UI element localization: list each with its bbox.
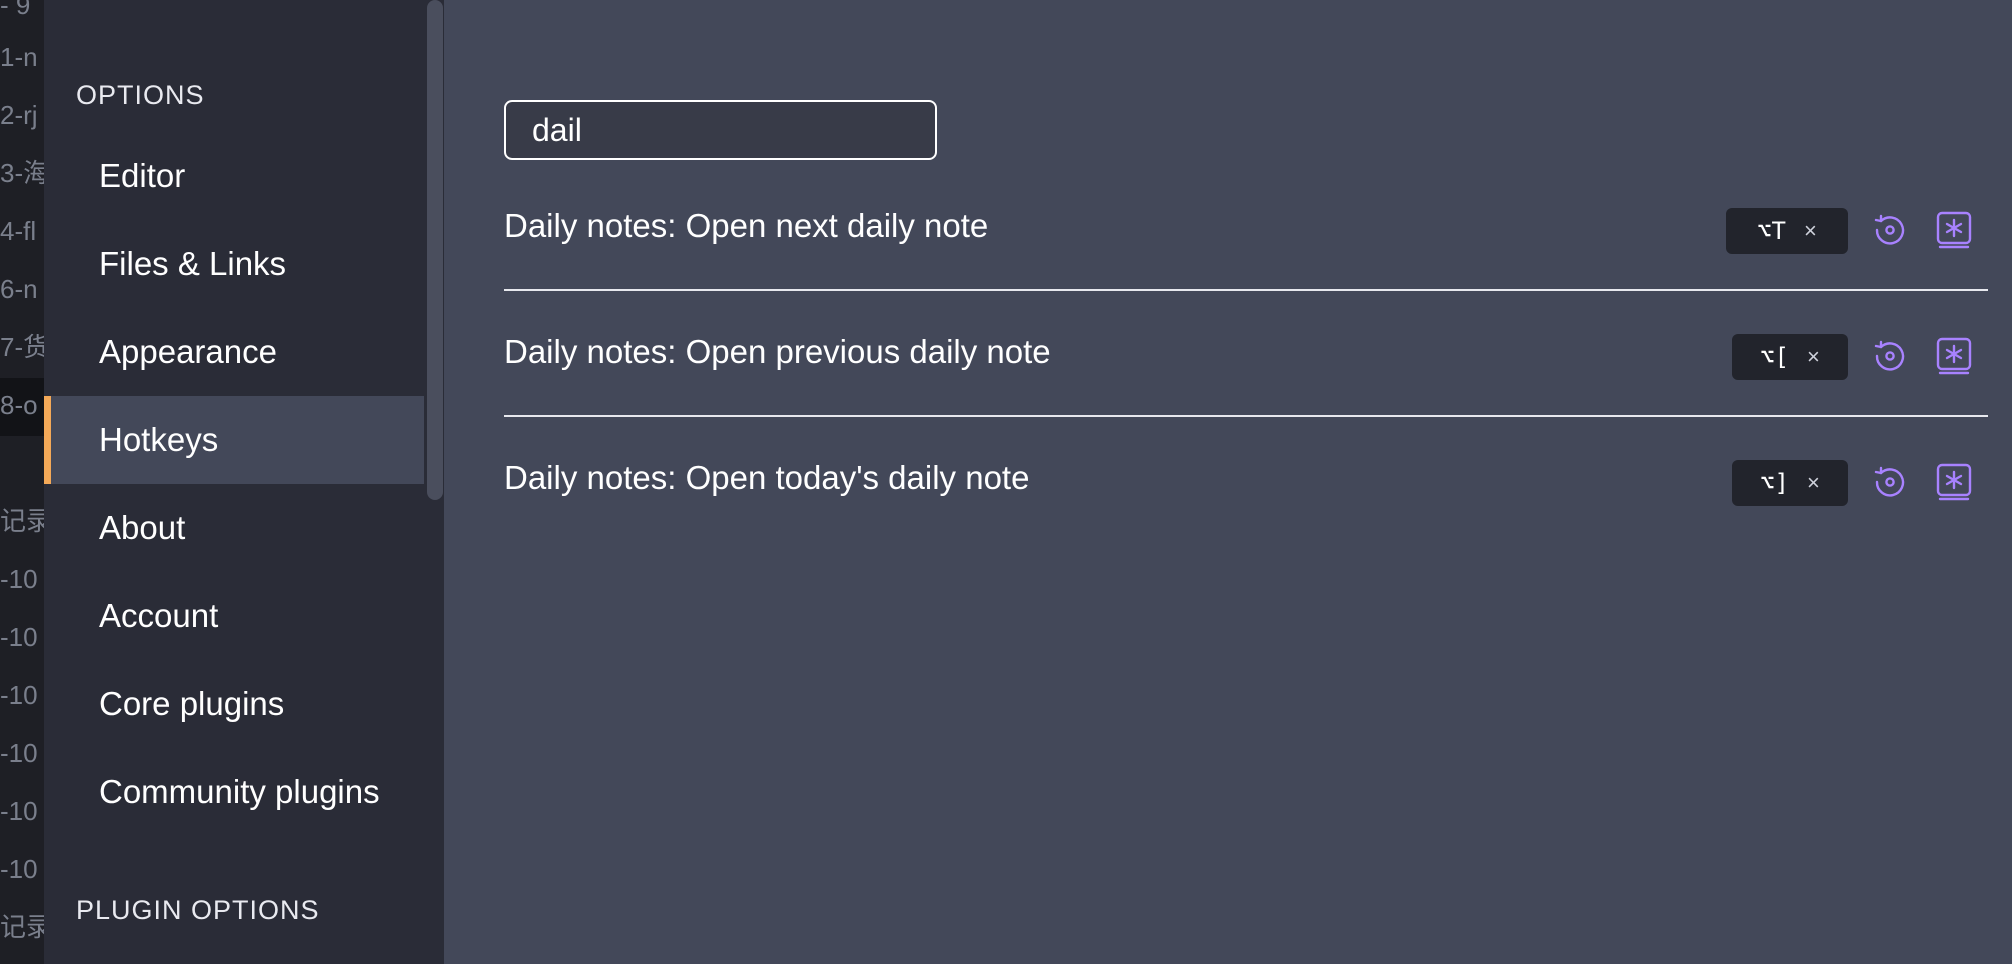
sidebar-item-hotkeys[interactable]: Hotkeys [44,396,424,484]
sidebar-item-label: About [99,509,186,546]
options-heading: OPTIONS [76,80,205,110]
background-text-fragment: 4-fl [0,216,37,246]
background-text-fragment: 记录 [0,506,44,536]
remove-hotkey-button[interactable]: × [1807,344,1820,370]
background-text-fragment: 1-n [0,42,38,72]
restore-default-icon[interactable] [1870,336,1910,376]
sidebar-item-community-plugins[interactable]: Community plugins [44,748,424,836]
background-text-fragment: -10 [0,738,38,768]
hotkey-search-input[interactable] [504,100,937,160]
hotkey-row: Daily notes: Open today's daily note ⌥] … [504,415,1988,541]
sidebar-item-label: Community plugins [99,773,380,810]
remove-hotkey-button[interactable]: × [1807,470,1820,496]
add-hotkey-icon[interactable] [1934,462,1974,502]
background-text-fragment: 6-n [0,274,38,304]
background-text-fragment: 8-o [0,390,38,420]
hotkey-row: Daily notes: Open previous daily note ⌥[… [504,289,1988,417]
hotkey-chip: ⌥[ × [1732,334,1848,380]
hotkey-keys: ⌥[ [1760,343,1790,371]
background-text-fragment: 3-海 [0,158,44,188]
sidebar-item-label: Files & Links [99,245,287,282]
hotkey-command-name: Daily notes: Open previous daily note [504,333,1051,370]
hotkey-keys: ⌥T [1757,217,1787,245]
remove-hotkey-button[interactable]: × [1804,218,1817,244]
restore-default-icon[interactable] [1870,462,1910,502]
hotkey-row: Daily notes: Open next daily note ⌥T × [504,163,1988,291]
background-text-fragment: -10 [0,622,38,652]
sidebar-item-label: Editor [99,157,186,194]
background-text-fragment: -10 [0,564,38,594]
background-app-strip: - 9 1-n 2-rj 3-海 4-fl 6-n 7-货 8-o 记录 -10… [0,0,44,964]
background-text-fragment: - 9 [0,0,31,20]
add-hotkey-icon[interactable] [1934,210,1974,250]
sidebar-item-files-links[interactable]: Files & Links [44,220,424,308]
background-text-fragment: 记录 [0,912,44,942]
sidebar-item-core-plugins[interactable]: Core plugins [44,660,424,748]
background-text-fragment: -10 [0,680,38,710]
sidebar-item-appearance[interactable]: Appearance [44,308,424,396]
hotkey-chip: ⌥T × [1726,208,1848,254]
add-hotkey-icon[interactable] [1934,336,1974,376]
background-text-fragment: 2-rj [0,100,38,130]
hotkey-command-name: Daily notes: Open today's daily note [504,459,1030,496]
sidebar-item-label: Hotkeys [99,421,219,458]
sidebar-item-label: Core plugins [99,685,285,722]
sidebar-item-about[interactable]: About [44,484,424,572]
background-text-fragment: -10 [0,796,38,826]
sidebar-item-editor[interactable]: Editor [44,132,424,220]
sidebar-item-label: Account [99,597,219,634]
background-text-fragment: -10 [0,854,38,884]
sidebar-item-account[interactable]: Account [44,572,424,660]
sidebar-item-label: Appearance [99,333,277,370]
plugin-options-heading: PLUGIN OPTIONS [76,895,320,925]
hotkey-chip: ⌥] × [1732,460,1848,506]
hotkey-keys: ⌥] [1760,469,1790,497]
background-text-fragment: 7-货 [0,332,44,362]
sidebar-scrollbar-thumb[interactable] [427,0,443,500]
hotkey-command-name: Daily notes: Open next daily note [504,207,989,244]
restore-default-icon[interactable] [1870,210,1910,250]
